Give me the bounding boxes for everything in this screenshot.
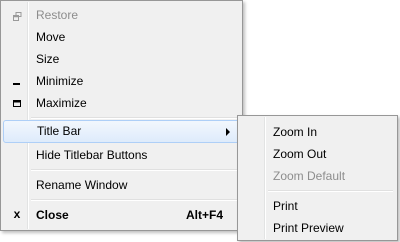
submenu-item-zoom-default-label: Zoom Default	[273, 169, 346, 183]
submenu-item-print-preview-label: Print Preview	[273, 221, 344, 235]
submenu-arrow-icon	[226, 128, 230, 136]
maximize-icon	[11, 98, 23, 110]
menu-item-close-shortcut: Alt+F4	[185, 208, 223, 222]
close-icon: x	[13, 207, 21, 221]
title-bar-submenu: Zoom In Zoom Out Zoom Default Print Prin…	[237, 115, 398, 241]
menu-item-title-bar-label: Title Bar	[37, 124, 82, 138]
menu-item-rename-window-label: Rename Window	[36, 178, 128, 192]
menu-separator	[31, 169, 238, 171]
submenu-item-print-preview[interactable]: Print Preview	[240, 217, 395, 239]
menu-item-move[interactable]: Move	[3, 26, 240, 48]
menu-item-close-label: Close	[36, 208, 69, 222]
submenu-separator	[268, 190, 393, 192]
restore-icon	[11, 10, 23, 22]
menu-item-close[interactable]: x Close Alt+F4	[3, 204, 240, 226]
minimize-icon	[11, 76, 23, 88]
menu-item-title-bar[interactable]: Title Bar	[3, 120, 240, 143]
submenu-item-print-label: Print	[273, 199, 298, 213]
submenu-item-zoom-out[interactable]: Zoom Out	[240, 143, 395, 165]
menu-item-restore-label: Restore	[36, 8, 79, 22]
submenu-item-zoom-out-label: Zoom Out	[273, 147, 327, 161]
submenu-item-zoom-in[interactable]: Zoom In	[240, 121, 395, 143]
menu-item-move-label: Move	[36, 30, 66, 44]
menu-item-maximize[interactable]: Maximize	[3, 92, 240, 114]
menu-item-size-label: Size	[36, 52, 60, 66]
menu-item-hide-titlebar-buttons[interactable]: Hide Titlebar Buttons	[3, 144, 240, 166]
menu-item-minimize-label: Minimize	[36, 74, 84, 88]
menu-item-minimize[interactable]: Minimize	[3, 70, 240, 92]
menu-item-maximize-label: Maximize	[36, 96, 87, 110]
submenu-item-print[interactable]: Print	[240, 195, 395, 217]
submenu-item-zoom-in-label: Zoom In	[273, 125, 318, 139]
menu-separator	[31, 199, 238, 201]
submenu-item-zoom-default[interactable]: Zoom Default	[240, 165, 395, 187]
menu-item-size[interactable]: Size	[3, 48, 240, 70]
menu-item-restore[interactable]: Restore	[3, 4, 240, 26]
menu-separator	[31, 117, 238, 119]
menu-item-hide-titlebar-buttons-label: Hide Titlebar Buttons	[36, 148, 148, 162]
menu-item-rename-window[interactable]: Rename Window	[3, 174, 240, 196]
window-system-menu: Restore Move Size Minimize Maximize Titl…	[0, 0, 243, 231]
